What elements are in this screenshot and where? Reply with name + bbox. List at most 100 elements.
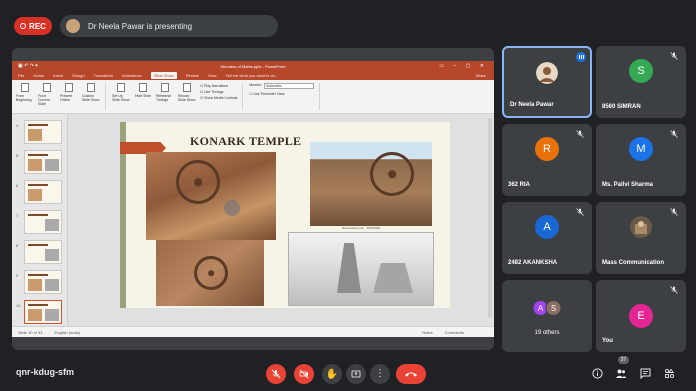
chat-button[interactable] <box>638 366 652 380</box>
slide-editor: KONARK TEMPLE dreamstime.com · 15823966 <box>68 114 494 326</box>
record-slide-show-button[interactable]: Record Slide Show <box>178 83 196 110</box>
present-now-button[interactable] <box>346 364 366 384</box>
custom-slide-show-button[interactable]: Custom Slide Show <box>82 83 100 110</box>
present-screen-icon <box>351 370 361 378</box>
use-presenter-view-checkbox[interactable]: ☑ Use Presenter View <box>249 91 314 97</box>
presenter-avatar <box>66 19 80 33</box>
raise-hand-button[interactable]: ✋ <box>322 364 342 384</box>
meeting-details-button[interactable] <box>590 366 604 380</box>
mic-toggle-button[interactable] <box>266 364 286 384</box>
show-media-controls-checkbox[interactable]: ☑ Show Media Controls <box>200 95 237 101</box>
ppt-tab-slide-show[interactable]: Slide Show <box>150 72 177 79</box>
ribbon-group-start: From Beginning From Current Slide Presen… <box>16 83 106 110</box>
temple-wheels-photo <box>310 142 432 226</box>
rehearse-timings-label: Rehearse Timings <box>156 94 172 102</box>
ppt-tab-home[interactable]: Home <box>33 73 44 78</box>
mic-off-icon <box>271 369 281 379</box>
slide-thumbnail[interactable]: 9 <box>16 270 62 294</box>
ppt-tab-file[interactable]: File <box>18 73 24 78</box>
ppt-share-button[interactable]: Share <box>475 73 486 78</box>
more-options-button[interactable]: ⋮ <box>370 364 390 384</box>
custom-show-icon <box>87 83 95 92</box>
ppt-ribbon-tabs: File Home Insert Design Transitions Anim… <box>12 71 494 80</box>
more-vert-icon: ⋮ <box>375 368 385 379</box>
ribbon-group-monitors: Monitor: Automatic ☑ Use Presenter View <box>249 83 321 110</box>
hide-slide-icon <box>139 83 147 92</box>
current-slide[interactable]: KONARK TEMPLE dreamstime.com · 15823966 <box>120 122 450 308</box>
ppt-tab-transitions[interactable]: Transitions <box>94 73 113 78</box>
use-timings-label: Use Timings <box>204 90 224 94</box>
from-current-button[interactable]: From Current Slide <box>38 83 56 110</box>
slide-number: 4 <box>16 123 19 128</box>
slide-thumbnail[interactable]: 5 <box>16 150 62 174</box>
powerpoint-window: ▣ ↶ ↷ ▾ Wonders of Maths.pptx - PowerPoi… <box>12 61 494 337</box>
speaking-indicator-icon <box>576 52 586 62</box>
ribbon-group-setup: Set Up Slide Show Hide Slide Rehearse Ti… <box>112 83 244 110</box>
editor-scrollbar[interactable] <box>488 118 492 318</box>
participant-name: Dr Neela Pawar <box>510 102 554 108</box>
slideshow-icon <box>43 83 51 92</box>
activities-button[interactable] <box>662 366 676 380</box>
slide-number: 5 <box>16 153 19 158</box>
participant-name: 362 RIA <box>508 182 531 188</box>
slide-number: 10 <box>16 303 21 308</box>
participant-tile[interactable]: R 362 RIA <box>502 124 592 196</box>
people-button[interactable] <box>614 366 628 380</box>
participant-tile[interactable]: S 8560 SIMRAN <box>596 46 686 118</box>
avatar: E <box>629 304 653 328</box>
avatar <box>535 61 559 85</box>
ppt-tab-animations[interactable]: Animations <box>122 73 142 78</box>
quick-access-toolbar: ▣ ↶ ↷ ▾ <box>18 63 38 69</box>
record-slide-show-label: Record Slide Show <box>178 94 196 102</box>
notes-button[interactable]: Notes <box>422 330 432 335</box>
ppt-tell-me[interactable]: Tell me what you want to do... <box>226 73 279 78</box>
camera-toggle-button[interactable] <box>294 364 314 384</box>
participant-tile[interactable]: Dr Neela Pawar <box>502 46 592 118</box>
top-bar: REC Dr Neela Pawar is presenting <box>0 0 696 40</box>
hide-slide-button[interactable]: Hide Slide <box>134 83 152 110</box>
comments-button[interactable]: Comments <box>445 330 464 335</box>
present-online-label: Present Online <box>60 94 73 102</box>
slide-thumbnail-selected[interactable]: 10 <box>16 300 62 324</box>
mic-off-icon <box>576 208 584 216</box>
slide-number: 9 <box>16 273 19 278</box>
setup-icon <box>117 83 125 92</box>
participant-name: Mass Communication <box>602 260 665 266</box>
ppt-tab-review[interactable]: Review <box>186 73 199 78</box>
ppt-tab-view[interactable]: View <box>208 73 217 78</box>
raise-hand-icon: ✋ <box>325 368 339 380</box>
participant-tile[interactable]: Mass Communication <box>596 202 686 274</box>
avatar: R <box>535 137 559 161</box>
participant-tile[interactable]: M Ms. Pallvi Sharma <box>596 124 686 196</box>
window-controls: ▭ – ▢ ✕ <box>439 63 488 69</box>
monitor-select[interactable]: Automatic <box>264 83 315 89</box>
hang-up-icon <box>405 372 417 377</box>
slide-counter: Slide 10 of 33 <box>18 329 43 335</box>
from-current-label: From Current Slide <box>38 94 50 106</box>
temple-tower-sketch <box>337 243 361 293</box>
from-beginning-button[interactable]: From Beginning <box>16 83 34 110</box>
setup-slide-show-label: Set Up Slide Show <box>112 94 130 102</box>
present-online-button[interactable]: Present Online <box>60 83 78 110</box>
temple-sketch-drawing <box>288 232 434 306</box>
leave-call-button[interactable] <box>396 364 426 384</box>
presenting-indicator[interactable]: Dr Neela Pawar is presenting <box>60 15 278 37</box>
participant-name: 2482 AKANKSHA <box>508 260 558 266</box>
slide-thumbnail[interactable]: 4 <box>16 120 62 144</box>
language-indicator[interactable]: English (India) <box>54 330 80 335</box>
slide-thumbnail[interactable]: 7 <box>16 210 62 234</box>
setup-slide-show-button[interactable]: Set Up Slide Show <box>112 83 130 110</box>
self-tile[interactable]: E You <box>596 280 686 352</box>
others-tile[interactable]: A S 19 others <box>502 280 592 352</box>
rehearse-timings-button[interactable]: Rehearse Timings <box>156 83 174 110</box>
from-beginning-label: From Beginning <box>16 94 32 102</box>
slide-thumbnail[interactable]: 6 <box>16 180 62 204</box>
slide-thumbnail-pane: 4 5 6 7 8 9 10 <box>12 114 68 326</box>
ppt-tab-insert[interactable]: Insert <box>53 73 63 78</box>
monitor-label: Monitor: <box>249 83 263 87</box>
record-icon <box>20 23 27 29</box>
ppt-tab-design[interactable]: Design <box>72 73 84 78</box>
hide-slide-label: Hide Slide <box>135 94 151 98</box>
participant-tile[interactable]: A 2482 AKANKSHA <box>502 202 592 274</box>
slide-thumbnail[interactable]: 8 <box>16 240 62 264</box>
